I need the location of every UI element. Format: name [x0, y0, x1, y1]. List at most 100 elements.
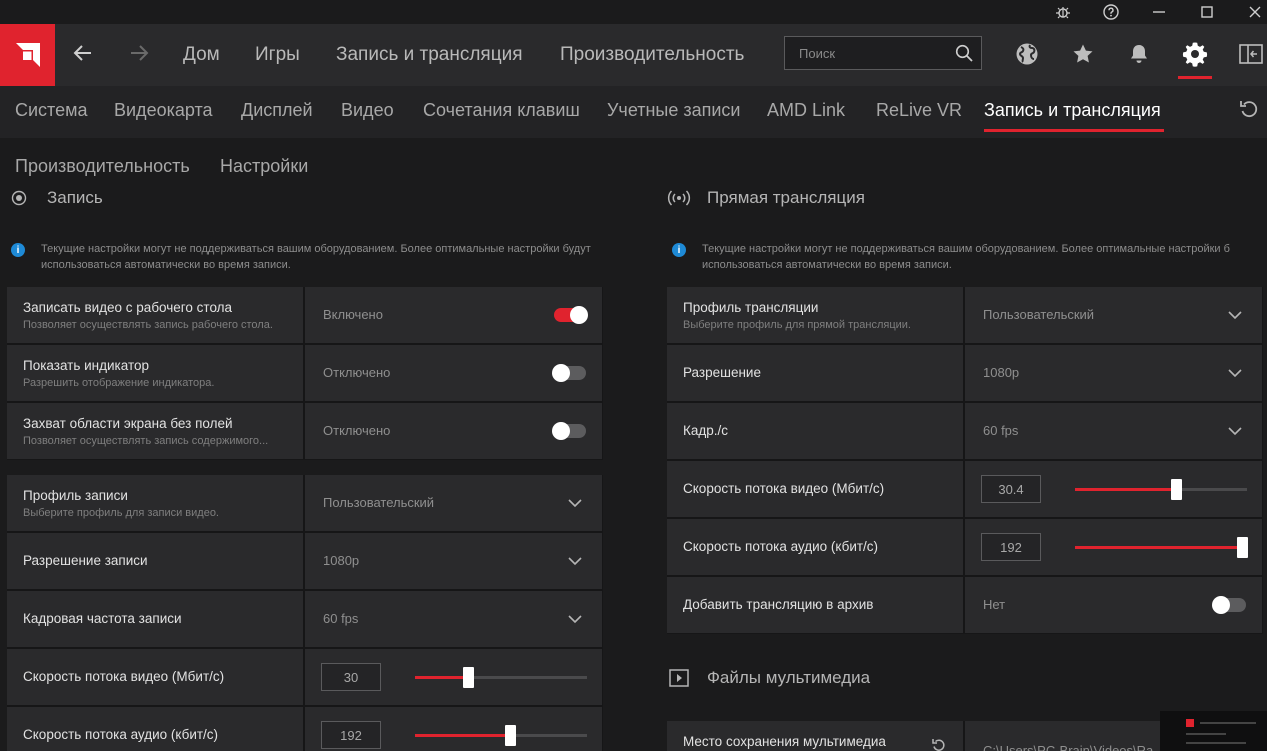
chevron-down-icon	[1228, 311, 1242, 320]
streaming-info-text: Текущие настройки могут не поддерживатьс…	[702, 243, 1230, 271]
media-title: Файлы мультимедиа	[707, 668, 871, 687]
tab-display[interactable]: Дисплей	[241, 100, 313, 121]
row-label: Кадровая частота записи	[7, 591, 303, 647]
row-stream-archive: Добавить трансляцию в архив Нет	[667, 577, 1263, 633]
row-label: Скорость потока видео (Мбит/с)	[7, 649, 303, 705]
stream-audio-bitrate-input[interactable]: 192	[981, 533, 1041, 561]
row-label: Захват области экрана без полей Позволяе…	[7, 403, 303, 459]
row-value: Отключено	[323, 365, 391, 380]
nav-home[interactable]: Дом	[183, 44, 220, 66]
row-stream-fps[interactable]: Кадр./с 60 fps	[667, 403, 1263, 459]
row-description: Выберите профиль для прямой трансляции.	[683, 319, 911, 331]
nav-record-stream[interactable]: Запись и трансляция	[336, 44, 523, 66]
info-icon: i	[672, 243, 686, 257]
media-location-path[interactable]: C:\Users\PC-Brain\Videos\Ra	[983, 743, 1163, 751]
gear-icon[interactable]	[1180, 39, 1210, 69]
row-control: Включено	[305, 287, 602, 343]
tab-graphics[interactable]: Видеокарта	[114, 100, 213, 121]
maximize-icon[interactable]	[1184, 0, 1230, 24]
slider-thumb[interactable]	[1236, 537, 1248, 558]
toggle-knob	[1212, 596, 1230, 614]
row-control: 192	[965, 519, 1262, 575]
row-stream-resolution[interactable]: Разрешение 1080p	[667, 345, 1263, 401]
row-recording-resolution[interactable]: Разрешение записи 1080p	[7, 533, 603, 589]
audio-bitrate-slider[interactable]	[415, 725, 587, 746]
bug-icon[interactable]	[1040, 0, 1086, 24]
recording-toggles-panel: Записать видео с рабочего стола Позволяе…	[7, 287, 603, 460]
row-title: Скорость потока видео (Мбит/с)	[23, 669, 225, 684]
stream-resolution-dropdown[interactable]: 1080p	[965, 345, 1262, 401]
row-title: Скорость потока аудио (кбит/с)	[683, 539, 879, 554]
row-recording-video-bitrate: Скорость потока видео (Мбит/с) 30	[7, 649, 603, 705]
popup-logo	[1186, 719, 1194, 727]
row-label: Профиль записи Выберите профиль для запи…	[7, 475, 303, 531]
tab-amd-link[interactable]: AMD Link	[767, 100, 845, 121]
popup-line	[1186, 742, 1246, 744]
row-label: Скорость потока аудио (кбит/с)	[7, 707, 303, 751]
row-recording-profile[interactable]: Профиль записи Выберите профиль для запи…	[7, 475, 603, 531]
row-label: Скорость потока аудио (кбит/с)	[667, 519, 963, 575]
slider-thumb[interactable]	[504, 725, 516, 746]
stream-audio-bitrate-slider[interactable]	[1075, 537, 1248, 558]
media-header: Файлы мультимедиа	[669, 668, 870, 688]
reset-icon[interactable]	[1238, 98, 1260, 120]
recording-resolution-dropdown[interactable]: 1080p	[305, 533, 602, 589]
slider-thumb[interactable]	[1171, 479, 1183, 500]
search-icon[interactable]	[955, 44, 973, 67]
star-icon[interactable]	[1068, 39, 1098, 69]
streaming-info: i Текущие настройки могут не поддерживат…	[672, 241, 1230, 273]
chevron-down-icon	[568, 615, 582, 624]
stream-profile-dropdown[interactable]: Пользовательский	[965, 287, 1262, 343]
borderless-capture-toggle[interactable]	[552, 422, 586, 440]
tab-system[interactable]: Система	[15, 100, 88, 121]
row-control: 192	[305, 707, 602, 751]
show-indicator-toggle[interactable]	[552, 364, 586, 382]
stream-video-bitrate-input[interactable]: 30.4	[981, 475, 1041, 503]
row-recording-framerate[interactable]: Кадровая частота записи 60 fps	[7, 591, 603, 647]
row-show-indicator: Показать индикатор Разрешить отображение…	[7, 345, 603, 401]
tab-accounts[interactable]: Учетные записи	[607, 100, 740, 121]
bell-icon[interactable]	[1124, 39, 1154, 69]
globe-icon[interactable]	[1012, 39, 1042, 69]
row-control: Отключено	[305, 403, 602, 459]
broadcast-icon	[667, 190, 691, 206]
desktop-recording-toggle[interactable]	[554, 306, 588, 324]
tab-relive-vr[interactable]: ReLive VR	[876, 100, 962, 121]
row-value: Нет	[983, 597, 1006, 612]
tab-record-stream[interactable]: Запись и трансляция	[984, 100, 1161, 121]
nav-games[interactable]: Игры	[255, 44, 300, 66]
recording-profile-dropdown[interactable]: Пользовательский	[305, 475, 602, 531]
search-input[interactable]	[785, 37, 945, 69]
subtab-settings[interactable]: Настройки	[220, 156, 308, 177]
stream-fps-dropdown[interactable]: 60 fps	[965, 403, 1262, 459]
video-bitrate-slider[interactable]	[415, 667, 587, 688]
popup-thumbnail[interactable]	[1160, 711, 1267, 751]
video-bitrate-input[interactable]: 30	[321, 663, 381, 691]
active-tab-indicator	[984, 129, 1164, 132]
stream-video-bitrate-slider[interactable]	[1075, 479, 1247, 500]
row-description: Выберите профиль для записи видео.	[23, 507, 219, 519]
stream-archive-toggle[interactable]	[1212, 596, 1246, 614]
audio-bitrate-input[interactable]: 192	[321, 721, 381, 749]
tab-video[interactable]: Видео	[341, 100, 394, 121]
sidebar-toggle-icon[interactable]	[1236, 39, 1266, 69]
row-title: Добавить трансляцию в архив	[683, 597, 874, 612]
help-icon[interactable]	[1088, 0, 1134, 24]
row-description: Разрешить отображение индикатора.	[23, 377, 215, 389]
close-icon[interactable]	[1232, 0, 1267, 24]
back-arrow-icon[interactable]	[68, 38, 98, 68]
top-nav: Дом Игры Запись и трансляция Производите…	[0, 24, 1267, 86]
row-control: 30	[305, 649, 602, 705]
forward-arrow-icon[interactable]	[124, 38, 154, 68]
chevron-down-icon	[568, 557, 582, 566]
subtab-performance[interactable]: Производительность	[15, 156, 190, 177]
slider-thumb[interactable]	[463, 667, 475, 688]
row-description: Позволяет осуществлять запись содержимог…	[23, 435, 269, 447]
amd-logo[interactable]	[0, 24, 55, 86]
nav-performance[interactable]: Производительность	[560, 44, 744, 66]
recording-framerate-dropdown[interactable]: 60 fps	[305, 591, 602, 647]
row-stream-profile[interactable]: Профиль трансляции Выберите профиль для …	[667, 287, 1263, 343]
reset-path-icon[interactable]	[931, 737, 947, 751]
minimize-icon[interactable]	[1136, 0, 1182, 24]
tab-hotkeys[interactable]: Сочетания клавиш	[423, 100, 580, 121]
